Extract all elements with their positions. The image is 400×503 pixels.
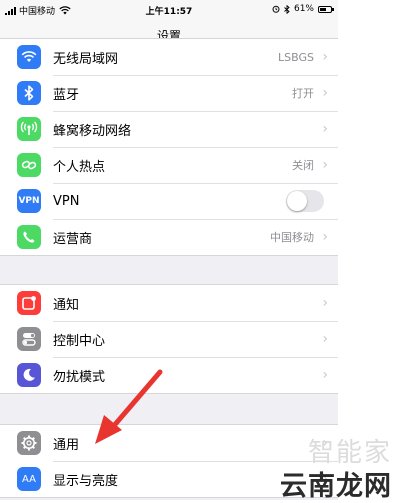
watermark: 智能家 云南龙网 [268,432,398,502]
annotation-arrow-icon [95,369,163,444]
watermark-brand-text: 云南龙网 [280,471,392,502]
